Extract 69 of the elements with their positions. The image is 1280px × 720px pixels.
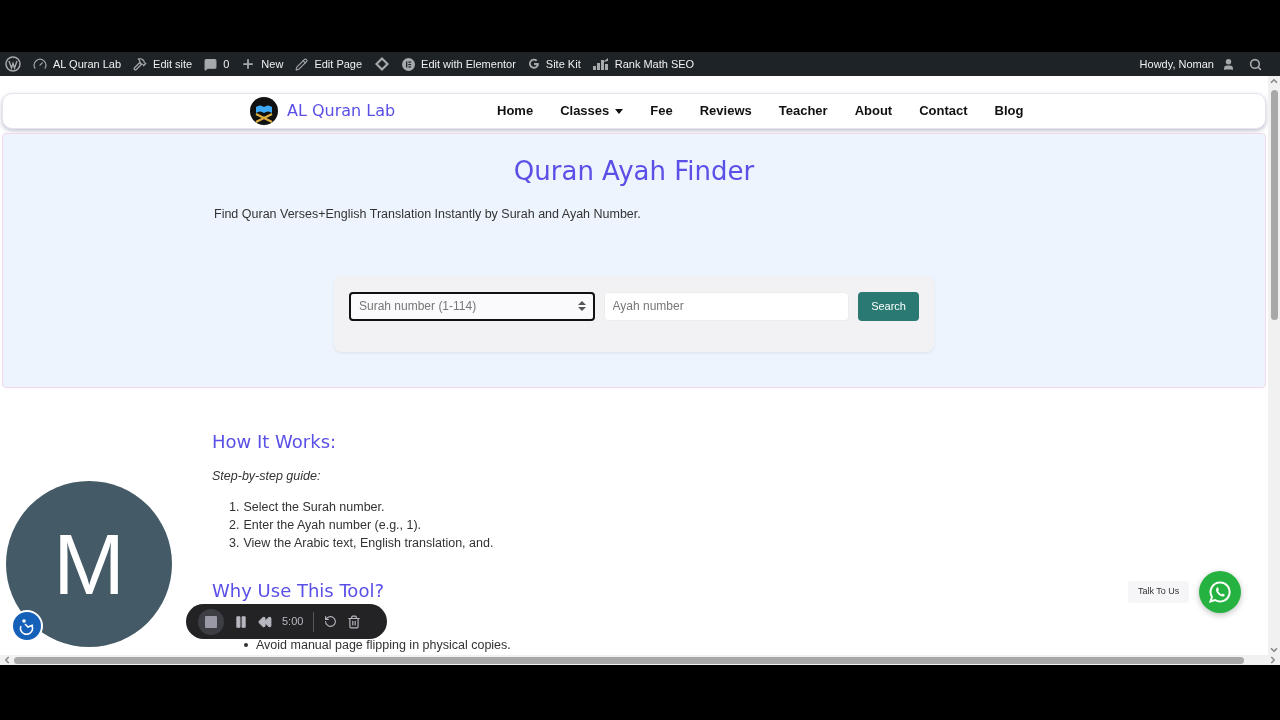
step-text: Enter the Ayah number (e.g., 1).: [243, 516, 422, 533]
nav-link[interactable]: Contact: [919, 101, 968, 121]
ayah-number-field[interactable]: Ayah number: [603, 291, 850, 321]
pencil-icon: [295, 57, 309, 71]
avatar-letter: M: [53, 521, 125, 607]
step-number: 1.: [229, 498, 240, 515]
g-letter-icon: [527, 58, 540, 70]
scroll-up-icon: [1269, 76, 1279, 86]
step-text: View the Arabic text, English translation, and.: [243, 534, 494, 551]
search-button[interactable]: Search: [858, 291, 919, 321]
open-book-logo-icon: [249, 96, 279, 126]
greeting-link[interactable]: Howdy, Noman: [1139, 55, 1214, 73]
nav-link[interactable]: Fee: [650, 101, 673, 121]
delete-icon[interactable]: [347, 614, 362, 629]
surah-number-field[interactable]: Surah number (1-114): [349, 291, 595, 321]
pause-icon[interactable]: [234, 614, 248, 629]
step-number: 2.: [229, 516, 240, 533]
rewind-icon[interactable]: [258, 614, 272, 629]
admin-bar-link[interactable]: 0: [204, 55, 230, 73]
step-number: 3.: [229, 534, 240, 551]
search-icon[interactable]: [1249, 57, 1262, 71]
stop-button[interactable]: [198, 608, 224, 635]
admin-bar-link[interactable]: Edit with Elementor: [402, 55, 516, 73]
chat-label[interactable]: Talk To Us: [1128, 581, 1190, 603]
bar-chart-icon: [592, 58, 609, 70]
nav-link[interactable]: About: [854, 101, 893, 121]
horizontal-scrollbar[interactable]: [0, 655, 1280, 665]
nav-link[interactable]: Blog: [994, 101, 1024, 121]
step-text: Select the Surah number.: [243, 498, 385, 515]
page-description: Find Quran Verses+English Translation Instantly by Surah and Ayah Number.: [214, 206, 641, 223]
admin-bar-link[interactable]: Edit site: [133, 55, 193, 73]
diamond-icon[interactable]: [374, 56, 391, 72]
bullet-icon: [244, 642, 248, 647]
scroll-right-icon: [1268, 655, 1278, 665]
stop-icon: [205, 615, 217, 628]
wordpress-logo-icon[interactable]: [5, 56, 21, 72]
hammer-icon: [133, 57, 148, 71]
page-title: Quran Ayah Finder: [513, 155, 755, 188]
admin-bar-link[interactable]: AL Quran Lab: [33, 55, 122, 73]
dashboard-icon: [33, 57, 47, 71]
vertical-scrollbar[interactable]: [1268, 76, 1280, 655]
phone-bubble-icon: [1208, 580, 1233, 604]
nav-link[interactable]: Classes: [560, 101, 624, 121]
restart-icon[interactable]: [324, 615, 338, 628]
accessibility-icon: [18, 617, 36, 635]
nav-link[interactable]: Teacher: [778, 101, 828, 121]
admin-bar-link[interactable]: Edit Page: [295, 55, 363, 73]
site-brand[interactable]: AL Quran Lab: [287, 99, 396, 123]
plus-icon: [241, 57, 256, 71]
spinner-arrows-icon[interactable]: [577, 299, 586, 312]
whatsapp-chat-button[interactable]: [1199, 571, 1242, 613]
user-icon: [1222, 57, 1235, 71]
admin-bar-link[interactable]: New: [241, 55, 284, 73]
elementor-icon: [402, 57, 416, 71]
scroll-down-icon: [1269, 645, 1279, 655]
scrollbar-thumb[interactable]: [14, 656, 1244, 664]
recording-timer: 5:00: [282, 614, 304, 630]
scrollbar-thumb[interactable]: [1270, 90, 1278, 320]
scroll-left-icon: [2, 655, 12, 665]
section-heading: Why Use This Tool?: [212, 580, 384, 601]
guide-intro: Step-by-step guide:: [212, 468, 322, 485]
caret-icon: [615, 108, 624, 114]
admin-bar-link[interactable]: Rank Math SEO: [592, 55, 695, 73]
bullet-text: Avoid manual page flipping in physical copies.: [256, 637, 511, 652]
admin-bar-link[interactable]: Site Kit: [527, 55, 581, 73]
comment-icon: [204, 57, 218, 71]
section-heading: How It Works:: [212, 430, 338, 454]
nav-link[interactable]: Reviews: [699, 101, 752, 121]
nav-link[interactable]: Home: [497, 101, 534, 121]
